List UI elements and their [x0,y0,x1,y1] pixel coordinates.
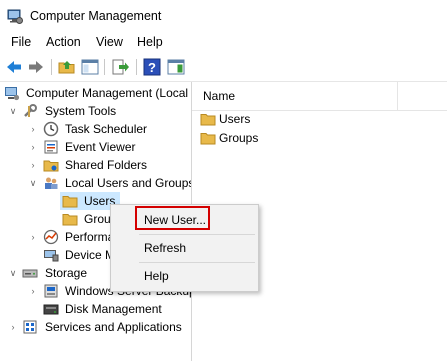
export-list-icon[interactable] [110,57,130,77]
performance-icon [43,229,59,245]
chevron-right-icon[interactable]: › [8,318,18,336]
column-header: Name [192,82,447,111]
chevron-down-icon[interactable]: ∨ [28,174,38,192]
menu-view[interactable]: View [96,35,123,49]
chevron-down-icon[interactable]: ∨ [8,264,18,282]
list-item-label: Users [219,112,251,126]
computer-management-icon [7,9,23,24]
context-menu-separator [139,234,255,235]
title-bar: Computer Management [0,0,447,32]
forward-icon[interactable] [26,57,46,77]
toolbar-separator [136,59,137,75]
svg-text:?: ? [148,60,156,75]
chevron-right-icon[interactable]: › [28,120,38,138]
folder-icon [200,133,216,145]
back-icon[interactable] [4,57,24,77]
disk-management-icon [43,304,59,315]
folder-icon [62,196,78,208]
tree-item-label: System Tools [45,104,117,118]
chevron-right-icon[interactable]: › [28,156,38,174]
window-title: Computer Management [30,9,162,23]
chevron-down-icon[interactable]: ∨ [8,102,18,120]
menu-action[interactable]: Action [46,35,81,49]
show-hide-console-tree-icon[interactable] [80,57,100,77]
services-icon [23,320,37,334]
users-group-icon [45,177,58,189]
context-menu-help[interactable]: Help [111,266,258,286]
tools-icon [24,104,37,117]
context-menu-item-label: Help [144,269,169,283]
help-icon[interactable]: ? [142,57,162,77]
toolbar-separator [51,59,52,75]
context-menu-item-label: Refresh [144,241,187,255]
folder-icon [200,114,216,126]
toolbar: ? [0,53,447,82]
tree-item-label: Disk Management [65,302,162,316]
computer-management-icon [5,87,20,101]
shared-folder-icon [43,160,59,172]
tree-item-label: Event Viewer [65,140,136,154]
column-divider[interactable] [397,82,398,110]
list-item-label: Groups [219,131,259,145]
tree-item-label: Shared Folders [65,158,148,172]
menu-help[interactable]: Help [137,35,163,49]
context-menu-refresh[interactable]: Refresh [111,238,258,258]
clock-icon [43,121,59,137]
up-folder-icon[interactable] [57,57,77,77]
chevron-right-icon[interactable]: › [28,138,38,156]
event-viewer-icon [44,140,58,154]
tree-item-label: Storage [45,266,88,280]
chevron-right-icon[interactable]: › [28,282,38,300]
tree-item-label: Local Users and Groups [65,176,192,190]
highlight-box [135,206,210,230]
tree-item-label: Task Scheduler [65,122,148,136]
backup-icon [44,284,58,298]
show-hide-action-pane-icon[interactable] [166,57,186,77]
folder-icon [62,214,78,226]
chevron-right-icon[interactable]: › [28,228,38,246]
storage-icon [22,269,38,278]
toolbar-separator [104,59,105,75]
tree-item-label: Services and Applications [45,320,182,334]
tree-item-label: Computer Management (Local [26,86,189,100]
device-manager-icon [44,250,59,262]
menu-file[interactable]: File [11,35,31,49]
menu-bar: File Action View Help [0,32,447,52]
context-menu-separator [139,262,255,263]
column-header-name[interactable]: Name [203,89,235,103]
